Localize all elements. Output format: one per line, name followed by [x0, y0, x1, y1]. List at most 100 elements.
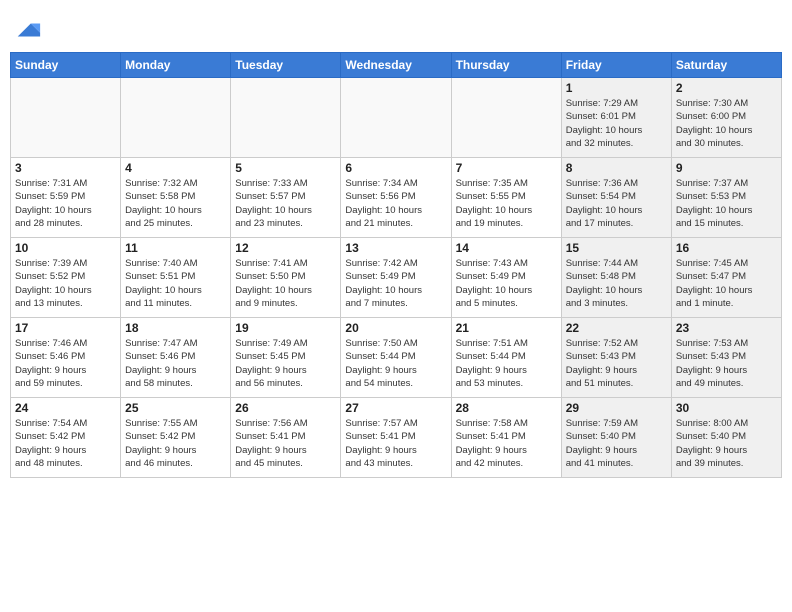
day-number: 20 — [345, 321, 446, 335]
day-info: Sunrise: 7:57 AM Sunset: 5:41 PM Dayligh… — [345, 417, 446, 470]
calendar-body: 1Sunrise: 7:29 AM Sunset: 6:01 PM Daylig… — [11, 78, 782, 478]
weekday-header-friday: Friday — [561, 53, 671, 78]
week-row-2: 3 Sunrise: 7:31 AM Sunset: 5:59 PM Daylig… — [11, 158, 782, 238]
day-number: 10 — [15, 241, 116, 255]
calendar-cell — [11, 78, 121, 158]
calendar-cell: 26 Sunrise: 7:56 AM Sunset: 5:41 PM Dayli… — [231, 398, 341, 478]
day-info: Sunrise: 7:36 AM Sunset: 5:54 PM Dayligh… — [566, 177, 667, 230]
calendar-cell: 3 Sunrise: 7:31 AM Sunset: 5:59 PM Daylig… — [11, 158, 121, 238]
calendar-cell: 17 Sunrise: 7:46 AM Sunset: 5:46 PM Dayli… — [11, 318, 121, 398]
day-info: Sunrise: 7:52 AM Sunset: 5:43 PM Dayligh… — [566, 337, 667, 390]
day-number: 27 — [345, 401, 446, 415]
calendar-cell: 18 Sunrise: 7:47 AM Sunset: 5:46 PM Dayli… — [121, 318, 231, 398]
day-number: 19 — [235, 321, 336, 335]
day-info: Sunrise: 7:47 AM Sunset: 5:46 PM Dayligh… — [125, 337, 226, 390]
day-number: 4 — [125, 161, 226, 175]
day-info: Sunrise: 7:58 AM Sunset: 5:41 PM Dayligh… — [456, 417, 557, 470]
day-info: Sunrise: 7:53 AM Sunset: 5:43 PM Dayligh… — [676, 337, 777, 390]
calendar-cell: 22 Sunrise: 7:52 AM Sunset: 5:43 PM Dayli… — [561, 318, 671, 398]
day-info: Sunrise: 7:32 AM Sunset: 5:58 PM Dayligh… — [125, 177, 226, 230]
day-info: Sunrise: 7:56 AM Sunset: 5:41 PM Dayligh… — [235, 417, 336, 470]
calendar-cell: 11 Sunrise: 7:40 AM Sunset: 5:51 PM Dayli… — [121, 238, 231, 318]
logo — [14, 16, 46, 44]
day-info: Sunrise: 7:35 AM Sunset: 5:55 PM Dayligh… — [456, 177, 557, 230]
day-number: 15 — [566, 241, 667, 255]
calendar-cell: 12 Sunrise: 7:41 AM Sunset: 5:50 PM Dayli… — [231, 238, 341, 318]
day-number: 16 — [676, 241, 777, 255]
weekday-header-saturday: Saturday — [671, 53, 781, 78]
day-info: Sunrise: 7:41 AM Sunset: 5:50 PM Dayligh… — [235, 257, 336, 310]
logo-icon — [14, 16, 42, 44]
day-info: Sunrise: 7:31 AM Sunset: 5:59 PM Dayligh… — [15, 177, 116, 230]
day-number: 12 — [235, 241, 336, 255]
calendar-cell: 16Sunrise: 7:45 AM Sunset: 5:47 PM Dayli… — [671, 238, 781, 318]
calendar-cell: 28 Sunrise: 7:58 AM Sunset: 5:41 PM Dayli… — [451, 398, 561, 478]
day-info: Sunrise: 7:40 AM Sunset: 5:51 PM Dayligh… — [125, 257, 226, 310]
calendar-cell — [341, 78, 451, 158]
day-info: Sunrise: 7:34 AM Sunset: 5:56 PM Dayligh… — [345, 177, 446, 230]
calendar-cell: 5 Sunrise: 7:33 AM Sunset: 5:57 PM Daylig… — [231, 158, 341, 238]
day-info: Sunrise: 7:42 AM Sunset: 5:49 PM Dayligh… — [345, 257, 446, 310]
day-number: 28 — [456, 401, 557, 415]
calendar-cell: 25Sunrise: 7:55 AM Sunset: 5:42 PM Dayli… — [121, 398, 231, 478]
weekday-row: SundayMondayTuesdayWednesdayThursdayFrid… — [11, 53, 782, 78]
day-info: Sunrise: 7:43 AM Sunset: 5:49 PM Dayligh… — [456, 257, 557, 310]
day-info: Sunrise: 7:37 AM Sunset: 5:53 PM Dayligh… — [676, 177, 777, 230]
week-row-4: 17 Sunrise: 7:46 AM Sunset: 5:46 PM Dayli… — [11, 318, 782, 398]
day-number: 8 — [566, 161, 667, 175]
calendar-cell: 14 Sunrise: 7:43 AM Sunset: 5:49 PM Dayli… — [451, 238, 561, 318]
day-number: 3 — [15, 161, 116, 175]
calendar-cell: 29 Sunrise: 7:59 AM Sunset: 5:40 PM Dayli… — [561, 398, 671, 478]
day-number: 26 — [235, 401, 336, 415]
day-number: 29 — [566, 401, 667, 415]
calendar-cell: 10 Sunrise: 7:39 AM Sunset: 5:52 PM Dayli… — [11, 238, 121, 318]
day-number: 13 — [345, 241, 446, 255]
day-info: Sunrise: 7:54 AM Sunset: 5:42 PM Dayligh… — [15, 417, 116, 470]
weekday-header-thursday: Thursday — [451, 53, 561, 78]
calendar-cell — [231, 78, 341, 158]
calendar-cell: 27 Sunrise: 7:57 AM Sunset: 5:41 PM Dayli… — [341, 398, 451, 478]
week-row-1: 1Sunrise: 7:29 AM Sunset: 6:01 PM Daylig… — [11, 78, 782, 158]
day-number: 17 — [15, 321, 116, 335]
day-number: 9 — [676, 161, 777, 175]
day-info: Sunrise: 7:49 AM Sunset: 5:45 PM Dayligh… — [235, 337, 336, 390]
day-info: Sunrise: 7:33 AM Sunset: 5:57 PM Dayligh… — [235, 177, 336, 230]
day-number: 22 — [566, 321, 667, 335]
day-info: Sunrise: 7:50 AM Sunset: 5:44 PM Dayligh… — [345, 337, 446, 390]
day-number: 25 — [125, 401, 226, 415]
weekday-header-sunday: Sunday — [11, 53, 121, 78]
page-header — [10, 10, 782, 44]
day-info: Sunrise: 7:30 AM Sunset: 6:00 PM Dayligh… — [676, 97, 777, 150]
day-info: Sunrise: 7:39 AM Sunset: 5:52 PM Dayligh… — [15, 257, 116, 310]
day-number: 21 — [456, 321, 557, 335]
calendar-cell: 24Sunrise: 7:54 AM Sunset: 5:42 PM Dayli… — [11, 398, 121, 478]
calendar-cell: 30Sunrise: 8:00 AM Sunset: 5:40 PM Dayli… — [671, 398, 781, 478]
calendar-header: SundayMondayTuesdayWednesdayThursdayFrid… — [11, 53, 782, 78]
calendar-cell — [451, 78, 561, 158]
calendar-table: SundayMondayTuesdayWednesdayThursdayFrid… — [10, 52, 782, 478]
day-number: 5 — [235, 161, 336, 175]
day-number: 18 — [125, 321, 226, 335]
calendar-cell — [121, 78, 231, 158]
calendar-cell: 21Sunrise: 7:51 AM Sunset: 5:44 PM Dayli… — [451, 318, 561, 398]
day-number: 2 — [676, 81, 777, 95]
day-number: 23 — [676, 321, 777, 335]
day-number: 14 — [456, 241, 557, 255]
day-info: Sunrise: 7:59 AM Sunset: 5:40 PM Dayligh… — [566, 417, 667, 470]
calendar-cell: 15 Sunrise: 7:44 AM Sunset: 5:48 PM Dayli… — [561, 238, 671, 318]
day-info: Sunrise: 8:00 AM Sunset: 5:40 PM Dayligh… — [676, 417, 777, 470]
day-number: 11 — [125, 241, 226, 255]
calendar-cell: 1Sunrise: 7:29 AM Sunset: 6:01 PM Daylig… — [561, 78, 671, 158]
weekday-header-tuesday: Tuesday — [231, 53, 341, 78]
day-info: Sunrise: 7:46 AM Sunset: 5:46 PM Dayligh… — [15, 337, 116, 390]
weekday-header-monday: Monday — [121, 53, 231, 78]
day-info: Sunrise: 7:44 AM Sunset: 5:48 PM Dayligh… — [566, 257, 667, 310]
week-row-3: 10 Sunrise: 7:39 AM Sunset: 5:52 PM Dayli… — [11, 238, 782, 318]
week-row-5: 24Sunrise: 7:54 AM Sunset: 5:42 PM Dayli… — [11, 398, 782, 478]
day-info: Sunrise: 7:29 AM Sunset: 6:01 PM Dayligh… — [566, 97, 667, 150]
calendar-cell: 4 Sunrise: 7:32 AM Sunset: 5:58 PM Daylig… — [121, 158, 231, 238]
calendar-cell: 23 Sunrise: 7:53 AM Sunset: 5:43 PM Dayli… — [671, 318, 781, 398]
day-number: 7 — [456, 161, 557, 175]
calendar-cell: 8 Sunrise: 7:36 AM Sunset: 5:54 PM Daylig… — [561, 158, 671, 238]
calendar-cell: 2 Sunrise: 7:30 AM Sunset: 6:00 PM Daylig… — [671, 78, 781, 158]
